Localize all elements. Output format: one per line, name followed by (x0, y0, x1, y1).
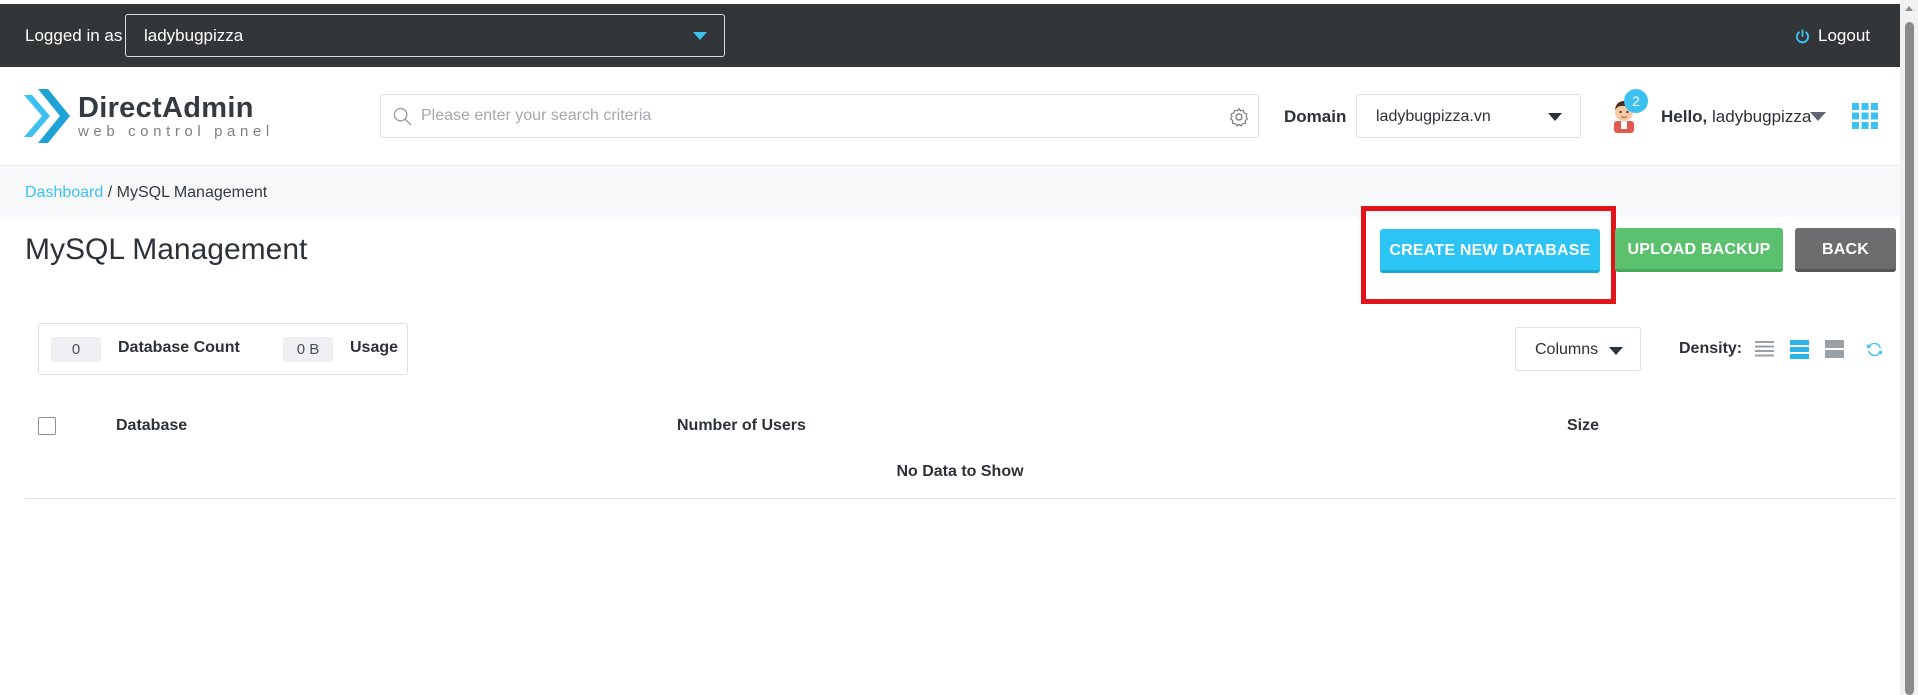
brand-name: DirectAdmin (78, 91, 254, 124)
domain-label: Domain (1284, 107, 1347, 126)
chevron-down-icon (1609, 347, 1623, 355)
search-box (380, 94, 1259, 138)
scroll-up-icon[interactable] (1905, 6, 1913, 11)
breadcrumb-separator: / (103, 184, 117, 201)
page-title: MySQL Management (25, 233, 308, 266)
scrollbar[interactable] (1900, 0, 1918, 695)
header: DirectAdmin web control panel Domain lad… (0, 67, 1900, 166)
column-header-database[interactable]: Database (116, 417, 187, 435)
empty-table-row: No Data to Show (25, 451, 1895, 499)
columns-dropdown[interactable]: Columns (1515, 327, 1641, 371)
breadcrumb: Dashboard / MySQL Management (25, 184, 267, 202)
table-header: Database Number of Users Size (25, 405, 1895, 445)
directadmin-logo-icon (24, 89, 70, 143)
search-icon (393, 107, 412, 126)
column-header-number-of-users[interactable]: Number of Users (677, 417, 806, 435)
select-all-checkbox[interactable] (38, 417, 56, 435)
refresh-icon[interactable] (1866, 341, 1883, 358)
usage-value: 0 B (283, 337, 333, 362)
hello-user: ladybugpizza (1712, 107, 1812, 126)
breadcrumb-current: MySQL Management (116, 184, 268, 201)
power-icon (1796, 28, 1809, 43)
top-bar: Logged in as ladybugpizza Logout (0, 4, 1900, 67)
apps-grid-icon[interactable] (1852, 103, 1878, 129)
breadcrumb-dashboard-link[interactable]: Dashboard (25, 184, 103, 201)
brand-tagline: web control panel (78, 122, 274, 140)
notification-badge[interactable]: 2 (1624, 89, 1648, 113)
logout-button[interactable]: Logout (1795, 26, 1870, 46)
density-label: Density: (1679, 340, 1743, 357)
scrollbar-thumb[interactable] (1905, 22, 1914, 695)
gear-icon[interactable] (1229, 107, 1249, 127)
logo[interactable]: DirectAdmin web control panel (24, 89, 274, 143)
empty-message: No Data to Show (896, 463, 1024, 480)
logout-label: Logout (1818, 26, 1870, 45)
usage-label: Usage (350, 339, 399, 356)
domain-select[interactable]: ladybugpizza.vn (1356, 94, 1581, 138)
upload-backup-button[interactable]: UPLOAD BACKUP (1615, 228, 1783, 272)
hello-label: Hello, (1661, 107, 1708, 126)
user-greeting[interactable]: Hello, ladybugpizza (1661, 107, 1811, 127)
highlight-box (1361, 206, 1616, 304)
chevron-down-icon (693, 32, 707, 40)
database-count-label: Database Count (118, 339, 240, 356)
search-input[interactable] (421, 95, 1211, 137)
chevron-down-icon[interactable] (1810, 112, 1826, 121)
chevron-down-icon (1548, 113, 1562, 121)
stats-box: 0 Database Count 0 B Usage (38, 323, 408, 375)
domain-select-value: ladybugpizza.vn (1376, 108, 1491, 125)
user-select-value: ladybugpizza (144, 26, 244, 45)
user-select[interactable]: ladybugpizza (125, 14, 725, 57)
back-button[interactable]: BACK (1795, 228, 1896, 272)
logged-in-label: Logged in as (25, 26, 123, 45)
density-normal-icon[interactable] (1790, 340, 1809, 359)
density-compact-icon[interactable] (1755, 340, 1774, 359)
density-comfortable-icon[interactable] (1825, 340, 1844, 359)
columns-label: Columns (1535, 341, 1599, 358)
column-header-size[interactable]: Size (1567, 417, 1599, 435)
database-count-value: 0 (51, 337, 101, 362)
